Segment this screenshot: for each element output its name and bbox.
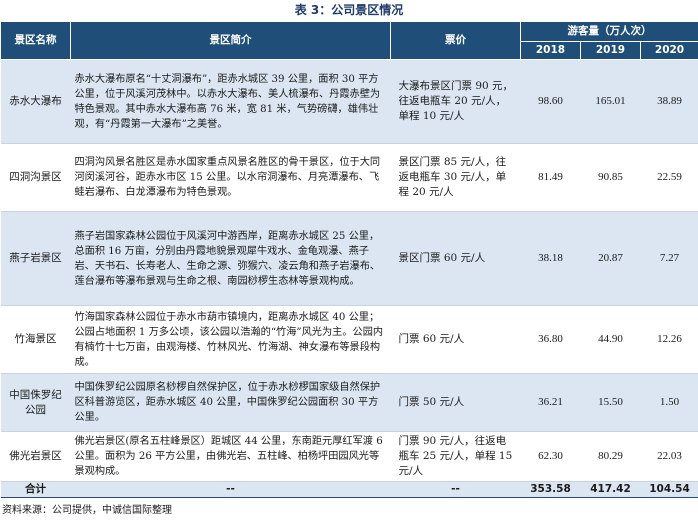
scenic-intro: 赤水大瀑布原名“十丈洞瀑布”，距赤水城区 39 公里，面积 30 平方公里，位于… bbox=[70, 59, 391, 144]
header-name: 景区名称 bbox=[0, 21, 71, 60]
scenic-name: 燕子岩景区 bbox=[0, 211, 71, 306]
table-row: 燕子岩景区 燕子岩国家森林公园位于风溪河中游西岸，距离赤水城区 25 公里，总面… bbox=[0, 211, 698, 306]
visitors-2020: 1.50 bbox=[640, 373, 698, 432]
visitors-2019: 44.90 bbox=[580, 305, 641, 374]
visitors-2018: 36.80 bbox=[520, 305, 581, 374]
scenic-intro: 中国侏罗纪公园原名桫椤自然保护区，位于赤水桫椤国家级自然保护区科普游览区，距赤水… bbox=[70, 373, 391, 432]
visitors-2020: 22.59 bbox=[640, 143, 698, 212]
page: 表 3：公司景区情况 景区名称 景区简介 票价 游客量（万人次） 2018 20… bbox=[0, 0, 698, 522]
scenic-ticket: 景区门票 60 元/人 bbox=[390, 211, 521, 306]
header-ticket: 票价 bbox=[390, 21, 521, 60]
visitors-2020: 38.89 bbox=[640, 59, 698, 144]
table-row: 竹海景区 竹海国家森林公园位于赤水市葫市镇境内，距离赤水城区 40 公里；公园占… bbox=[0, 305, 698, 374]
visitors-2020: 22.03 bbox=[640, 431, 698, 482]
table-row: 四洞沟景区 四洞沟风景名胜区是赤水国家重点风景名胜区的骨干景区，位于大同河闵溪河… bbox=[0, 143, 698, 212]
source-note: 资料来源：公司提供，中诚信国际整理 bbox=[2, 505, 172, 516]
scenic-intro: 燕子岩国家森林公园位于风溪河中游西岸，距离赤水城区 25 公里，总面积 16 万… bbox=[70, 211, 391, 306]
total-intro: -- bbox=[70, 481, 391, 498]
visitors-2018: 98.60 bbox=[520, 59, 581, 144]
header-year-2019: 2019 bbox=[580, 41, 641, 60]
header-year-2018: 2018 bbox=[520, 41, 581, 60]
scenic-name: 佛光岩景区 bbox=[0, 431, 71, 482]
scenic-intro: 四洞沟风景名胜区是赤水国家重点风景名胜区的骨干景区，位于大同河闵溪河谷，距赤水市… bbox=[70, 143, 391, 212]
scenic-ticket: 大瀑布景区门票 90 元，往返电瓶车 20 元/人，单程 10 元/人 bbox=[390, 59, 521, 144]
total-row: 合计 -- -- 353.58 417.42 104.54 bbox=[0, 481, 698, 498]
scenic-ticket: 门票 90 元/人，往返电瓶车 25 元/人，单程 15 元/人 bbox=[390, 431, 521, 482]
total-2018: 353.58 bbox=[520, 481, 581, 498]
scenic-intro: 佛光岩景区(原名五柱峰景区）距城区 44 公里，东南距元厚红军渡 6 公里。面积… bbox=[70, 431, 391, 482]
scenic-ticket: 景区门票 85 元/人，往返电瓶车 30 元/人，单程 20 元/人 bbox=[390, 143, 521, 212]
header-visitors: 游客量（万人次） bbox=[519, 21, 698, 42]
visitors-2018: 36.21 bbox=[520, 373, 581, 432]
scenic-area-table: 景区名称 景区简介 票价 游客量（万人次） 2018 2019 2020 赤水大… bbox=[0, 21, 698, 498]
scenic-name: 竹海景区 bbox=[0, 305, 71, 374]
visitors-2019: 15.50 bbox=[580, 373, 641, 432]
visitors-2020: 7.27 bbox=[640, 211, 698, 306]
visitors-2018: 62.30 bbox=[520, 431, 581, 482]
table-row: 赤水大瀑布 赤水大瀑布原名“十丈洞瀑布”，距赤水城区 39 公里，面积 30 平… bbox=[0, 59, 698, 144]
visitors-2019: 165.01 bbox=[580, 59, 641, 144]
visitors-2018: 81.49 bbox=[520, 143, 581, 212]
total-ticket: -- bbox=[390, 481, 521, 498]
total-2020: 104.54 bbox=[640, 481, 698, 498]
visitors-2019: 20.87 bbox=[580, 211, 641, 306]
visitors-2018: 38.18 bbox=[520, 211, 581, 306]
visitors-2019: 90.85 bbox=[580, 143, 641, 212]
table-row: 中国侏罗纪公园 中国侏罗纪公园原名桫椤自然保护区，位于赤水桫椤国家级自然保护区科… bbox=[0, 373, 698, 432]
total-label: 合计 bbox=[0, 481, 71, 498]
visitors-2020: 12.26 bbox=[640, 305, 698, 374]
header-intro: 景区简介 bbox=[70, 21, 391, 60]
header-year-2020: 2020 bbox=[639, 41, 698, 60]
table-title: 表 3：公司景区情况 bbox=[294, 3, 404, 17]
table-row: 佛光岩景区 佛光岩景区(原名五柱峰景区）距城区 44 公里，东南距元厚红军渡 6… bbox=[0, 431, 698, 482]
scenic-name: 赤水大瀑布 bbox=[0, 59, 71, 144]
scenic-name: 四洞沟景区 bbox=[0, 143, 71, 212]
scenic-intro: 竹海国家森林公园位于赤水市葫市镇境内，距离赤水城区 40 公里；公园占地面积 1… bbox=[70, 305, 391, 374]
scenic-ticket: 门票 60 元/人 bbox=[390, 305, 521, 374]
scenic-ticket: 门票 50 元/人 bbox=[390, 373, 521, 432]
total-2019: 417.42 bbox=[580, 481, 641, 498]
scenic-name: 中国侏罗纪公园 bbox=[0, 373, 71, 432]
visitors-2019: 80.29 bbox=[580, 431, 641, 482]
